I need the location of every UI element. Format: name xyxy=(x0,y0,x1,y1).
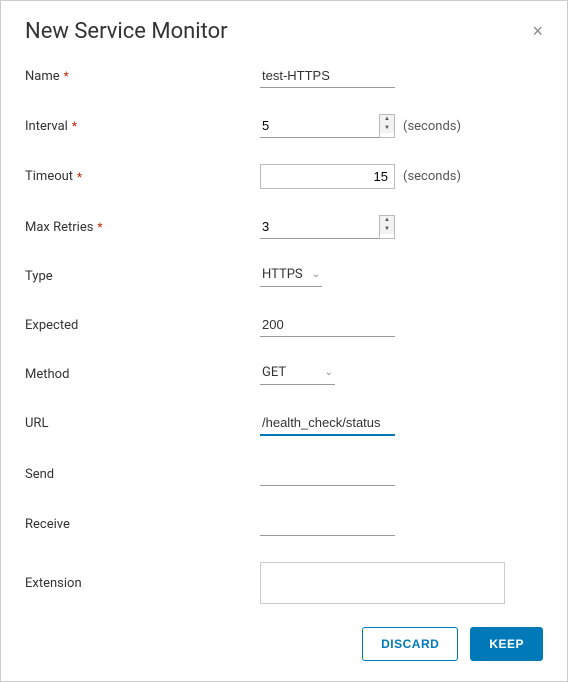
label-timeout: Timeout * xyxy=(25,169,260,184)
max-retries-stepper[interactable]: ▲ ▼ xyxy=(260,215,395,239)
required-marker: * xyxy=(97,220,102,234)
keep-button[interactable]: KEEP xyxy=(470,627,543,661)
chevron-down-icon: ⌄ xyxy=(312,269,320,280)
row-interval: Interval * ▲ ▼ (seconds) xyxy=(25,114,537,138)
type-select[interactable]: HTTPS ⌄ xyxy=(260,265,322,287)
required-marker: * xyxy=(72,119,77,133)
chevron-down-icon: ⌄ xyxy=(325,367,333,378)
max-retries-input[interactable] xyxy=(260,215,379,238)
discard-button[interactable]: DISCARD xyxy=(362,627,458,661)
label-expected: Expected xyxy=(25,318,260,333)
required-marker: * xyxy=(64,69,69,83)
row-type: Type HTTPS ⌄ xyxy=(25,265,537,287)
interval-stepper[interactable]: ▲ ▼ xyxy=(260,114,395,138)
method-value: GET xyxy=(262,365,325,380)
send-input[interactable] xyxy=(260,462,395,486)
extension-textarea[interactable] xyxy=(260,562,505,604)
label-method: Method xyxy=(25,367,260,382)
row-name: Name * xyxy=(25,64,537,88)
label-url: URL xyxy=(25,416,260,431)
label-send: Send xyxy=(25,467,260,482)
dialog-title: New Service Monitor xyxy=(25,19,228,44)
name-input[interactable] xyxy=(260,64,395,88)
required-marker: * xyxy=(77,170,82,184)
new-service-monitor-dialog: New Service Monitor × Name * Interval * xyxy=(1,1,567,681)
timeout-suffix: (seconds) xyxy=(403,169,461,184)
label-name: Name * xyxy=(25,69,260,84)
row-receive: Receive xyxy=(25,512,537,536)
max-retries-up-icon[interactable]: ▲ xyxy=(380,216,394,225)
dialog-content: Name * Interval * ▲ ▼ (seconds) xyxy=(1,56,567,611)
label-type: Type xyxy=(25,269,260,284)
interval-up-icon[interactable]: ▲ xyxy=(380,115,394,124)
max-retries-down-icon[interactable]: ▼ xyxy=(380,225,394,234)
close-icon[interactable]: × xyxy=(532,21,543,42)
row-timeout: Timeout * (seconds) xyxy=(25,164,537,189)
label-max-retries: Max Retries * xyxy=(25,220,260,235)
row-expected: Expected xyxy=(25,313,537,337)
expected-input[interactable] xyxy=(260,313,395,337)
label-receive: Receive xyxy=(25,517,260,532)
dialog-header: New Service Monitor × xyxy=(1,1,567,56)
row-url: URL xyxy=(25,411,537,436)
interval-input[interactable] xyxy=(260,114,379,137)
label-interval: Interval * xyxy=(25,119,260,134)
row-method: Method GET ⌄ xyxy=(25,363,537,385)
type-value: HTTPS xyxy=(262,267,312,282)
dialog-footer: DISCARD KEEP xyxy=(1,611,567,681)
interval-suffix: (seconds) xyxy=(403,119,461,134)
interval-down-icon[interactable]: ▼ xyxy=(380,124,394,133)
label-extension: Extension xyxy=(25,576,260,591)
receive-input[interactable] xyxy=(260,512,395,536)
url-input[interactable] xyxy=(260,411,395,436)
method-select[interactable]: GET ⌄ xyxy=(260,363,335,385)
row-send: Send xyxy=(25,462,537,486)
row-extension: Extension xyxy=(25,562,537,604)
timeout-input[interactable] xyxy=(260,164,395,189)
row-max-retries: Max Retries * ▲ ▼ xyxy=(25,215,537,239)
